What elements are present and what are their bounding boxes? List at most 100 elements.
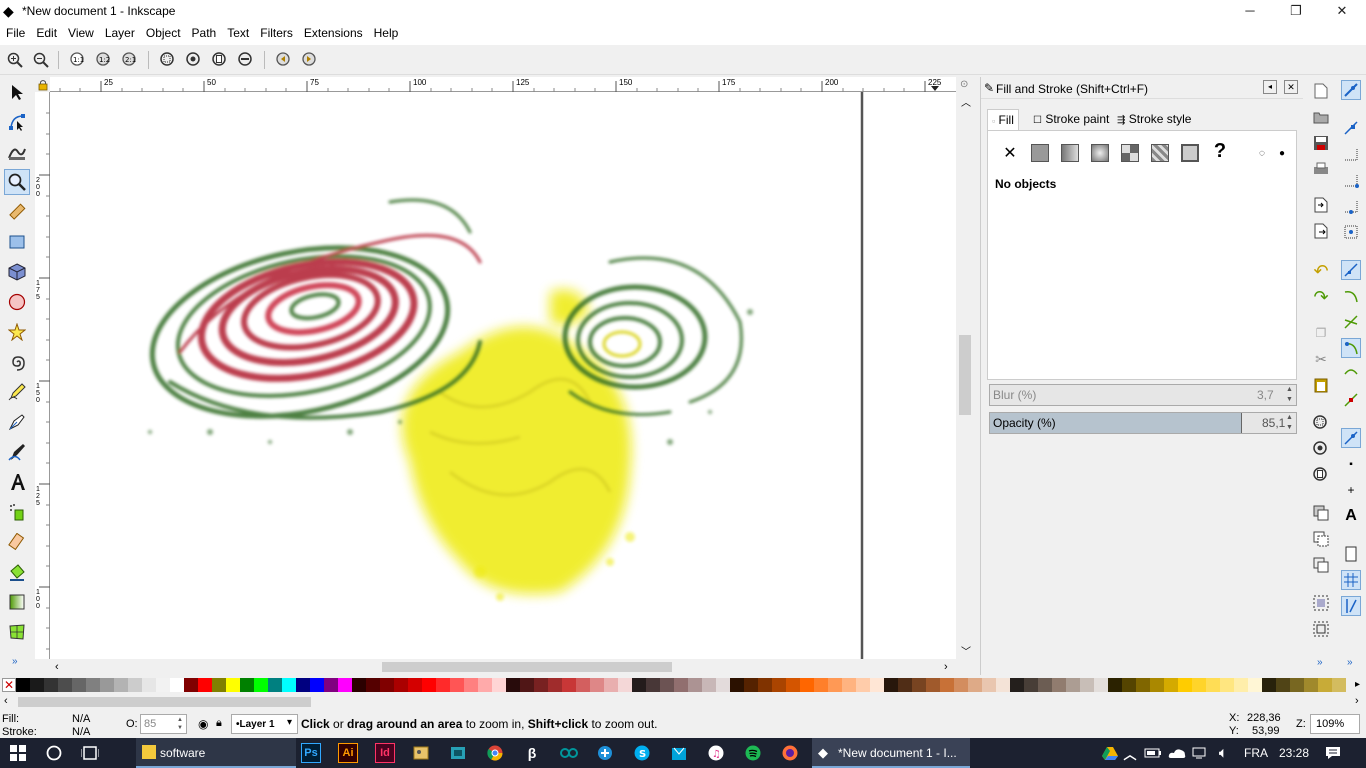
color-swatch[interactable]: [954, 678, 968, 692]
cut-icon[interactable]: ✂: [1311, 349, 1331, 369]
color-swatch[interactable]: [786, 678, 800, 692]
color-swatch[interactable]: [1052, 678, 1066, 692]
color-swatch[interactable]: [254, 678, 268, 692]
flat-color-button[interactable]: [1030, 143, 1050, 163]
zoom-drawing-cmd-icon[interactable]: [1311, 439, 1331, 459]
menu-path[interactable]: Path: [186, 23, 222, 40]
menu-view[interactable]: View: [62, 23, 99, 40]
color-swatch[interactable]: [352, 678, 366, 692]
color-swatch[interactable]: [142, 678, 156, 692]
snap-page-border-icon[interactable]: [1341, 544, 1361, 564]
palette-scroll-left-icon[interactable]: ‹: [4, 695, 8, 707]
snap-object-center-icon[interactable]: ▪: [1341, 454, 1361, 474]
opacity-status-input[interactable]: 85 ▲ ▼: [140, 714, 187, 734]
zoom-out-icon[interactable]: [31, 50, 51, 70]
color-swatch[interactable]: [688, 678, 702, 692]
skype-icon[interactable]: S: [632, 743, 652, 763]
zoom-in-icon[interactable]: [5, 50, 25, 70]
zoom-1-2-icon[interactable]: 1:2: [94, 50, 114, 70]
color-swatch[interactable]: [926, 678, 940, 692]
color-swatch[interactable]: [1318, 678, 1332, 692]
pen-tool[interactable]: [4, 409, 30, 435]
color-swatch[interactable]: [212, 678, 226, 692]
color-swatch[interactable]: [758, 678, 772, 692]
palette-scrollbar[interactable]: ‹ ›: [0, 694, 1366, 710]
minimize-button[interactable]: ─: [1227, 0, 1273, 23]
color-swatch[interactable]: [632, 678, 646, 692]
color-swatch[interactable]: [520, 678, 534, 692]
color-swatch[interactable]: [128, 678, 142, 692]
snap-rotation-center-icon[interactable]: +: [1341, 480, 1361, 500]
scroll-up-icon[interactable]: ︿: [961, 94, 971, 109]
zoom-page-width-icon[interactable]: [236, 50, 256, 70]
fill-rule-nonzero-icon[interactable]: ●: [1272, 143, 1292, 163]
color-swatch[interactable]: [1332, 678, 1346, 692]
node-tool[interactable]: [4, 109, 30, 135]
color-swatch[interactable]: [702, 678, 716, 692]
zoom-previous-icon[interactable]: [274, 50, 294, 70]
store-app-icon[interactable]: [669, 743, 689, 763]
indesign-icon[interactable]: Id: [375, 743, 395, 763]
close-button[interactable]: ✕: [1319, 0, 1365, 23]
color-swatch[interactable]: [996, 678, 1010, 692]
color-swatch[interactable]: [1122, 678, 1136, 692]
color-swatch[interactable]: [114, 678, 128, 692]
itunes-icon[interactable]: ♫: [706, 743, 726, 763]
layer-lock-icon[interactable]: 🔒︎: [216, 717, 222, 730]
menu-text[interactable]: Text: [221, 23, 254, 40]
snap-bbox-corner-icon[interactable]: [1341, 170, 1361, 190]
menu-layer[interactable]: Layer: [99, 23, 140, 40]
color-swatch[interactable]: [1164, 678, 1178, 692]
spiral-tool[interactable]: [4, 349, 30, 375]
new-document-icon[interactable]: [1311, 81, 1331, 101]
menu-edit[interactable]: Edit: [30, 23, 62, 40]
beta-app-icon[interactable]: β: [522, 743, 542, 763]
clock[interactable]: 23:28: [1279, 746, 1309, 760]
color-swatch[interactable]: [338, 678, 352, 692]
dialog-close-button[interactable]: ✕: [1284, 80, 1298, 94]
tab-stroke-style[interactable]: ⇶ Stroke style: [1113, 109, 1195, 131]
color-swatch[interactable]: [1038, 678, 1052, 692]
illustrator-icon[interactable]: Ai: [338, 743, 358, 763]
color-swatch[interactable]: [100, 678, 114, 692]
color-swatch[interactable]: [1094, 678, 1108, 692]
zoom-1-1-icon[interactable]: 1:1: [68, 50, 88, 70]
bucket-tool[interactable]: [4, 559, 30, 585]
zoom-page-icon[interactable]: [210, 50, 230, 70]
color-swatch[interactable]: [380, 678, 394, 692]
color-swatch[interactable]: [898, 678, 912, 692]
snap-smooth-icon[interactable]: [1341, 364, 1361, 384]
color-swatch[interactable]: [1276, 678, 1290, 692]
color-swatch[interactable]: [1248, 678, 1262, 692]
snap-grid-icon[interactable]: [1341, 570, 1361, 590]
zoom-selection-icon[interactable]: [158, 50, 178, 70]
google-drive-tray-icon[interactable]: [1100, 743, 1120, 763]
color-swatch[interactable]: [968, 678, 982, 692]
color-swatch[interactable]: [618, 678, 632, 692]
linear-gradient-button[interactable]: [1060, 143, 1080, 163]
swatch-button[interactable]: [1180, 143, 1200, 163]
layer-selector[interactable]: •Layer 1 ▾: [231, 714, 298, 734]
color-swatch[interactable]: [464, 678, 478, 692]
opacity-slider[interactable]: Opacity (%) 85,1 ▲ ▼: [989, 412, 1297, 434]
color-swatch[interactable]: [422, 678, 436, 692]
color-swatch[interactable]: [1234, 678, 1248, 692]
color-swatch[interactable]: [296, 678, 310, 692]
rect-tool[interactable]: [4, 229, 30, 255]
radial-gradient-button[interactable]: [1090, 143, 1110, 163]
mesh-tool[interactable]: [4, 619, 30, 645]
snap-bbox-center-icon[interactable]: [1341, 222, 1361, 242]
snap-text-baseline-icon[interactable]: A: [1341, 506, 1361, 526]
color-swatch[interactable]: [842, 678, 856, 692]
snap-bbox-midpoint-icon[interactable]: [1341, 196, 1361, 216]
color-swatch[interactable]: [282, 678, 296, 692]
menu-help[interactable]: Help: [368, 23, 404, 40]
color-swatch[interactable]: [436, 678, 450, 692]
color-swatch[interactable]: [240, 678, 254, 692]
color-swatch[interactable]: [814, 678, 828, 692]
no-paint-swatch[interactable]: ✕: [2, 678, 16, 692]
menu-filters[interactable]: Filters: [254, 23, 298, 40]
color-swatch[interactable]: [646, 678, 660, 692]
snap-guide-icon[interactable]: [1341, 596, 1361, 616]
color-swatch[interactable]: [590, 678, 604, 692]
